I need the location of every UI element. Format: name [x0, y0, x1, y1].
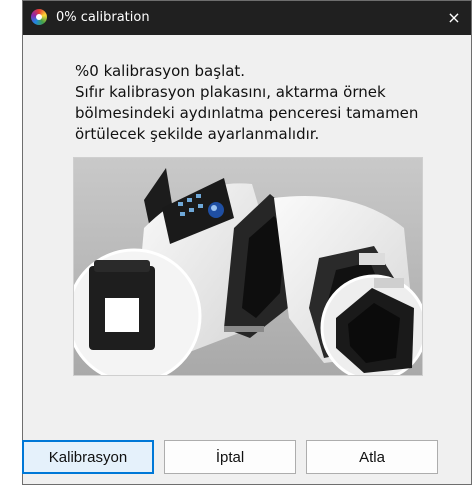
color-wheel-icon [31, 9, 47, 25]
window-title: 0% calibration [56, 10, 150, 25]
instruction-line-4: örtülecek şekilde ayarlanmalıdır. [75, 125, 320, 143]
instruction-text: %0 kalibrasyon başlat. Sıfır kalibrasyon… [75, 61, 465, 145]
close-button[interactable]: × [437, 1, 471, 35]
cancel-button[interactable]: İptal [164, 440, 296, 474]
instruction-line-1: %0 kalibrasyon başlat. [75, 62, 246, 80]
skip-button[interactable]: Atla [306, 440, 438, 474]
instruction-line-3: bölmesindeki aydınlatma penceresi tamame… [75, 104, 419, 122]
calibrate-button[interactable]: Kalibrasyon [22, 440, 154, 474]
instrument-image [74, 158, 422, 375]
title-bar[interactable]: 0% calibration × [23, 1, 471, 35]
instruction-line-2: Sıfır kalibrasyon plakasını, aktarma örn… [75, 83, 386, 101]
calibration-illustration [73, 157, 423, 376]
calibration-dialog: 0% calibration × %0 kalibrasyon başlat. … [22, 0, 472, 485]
